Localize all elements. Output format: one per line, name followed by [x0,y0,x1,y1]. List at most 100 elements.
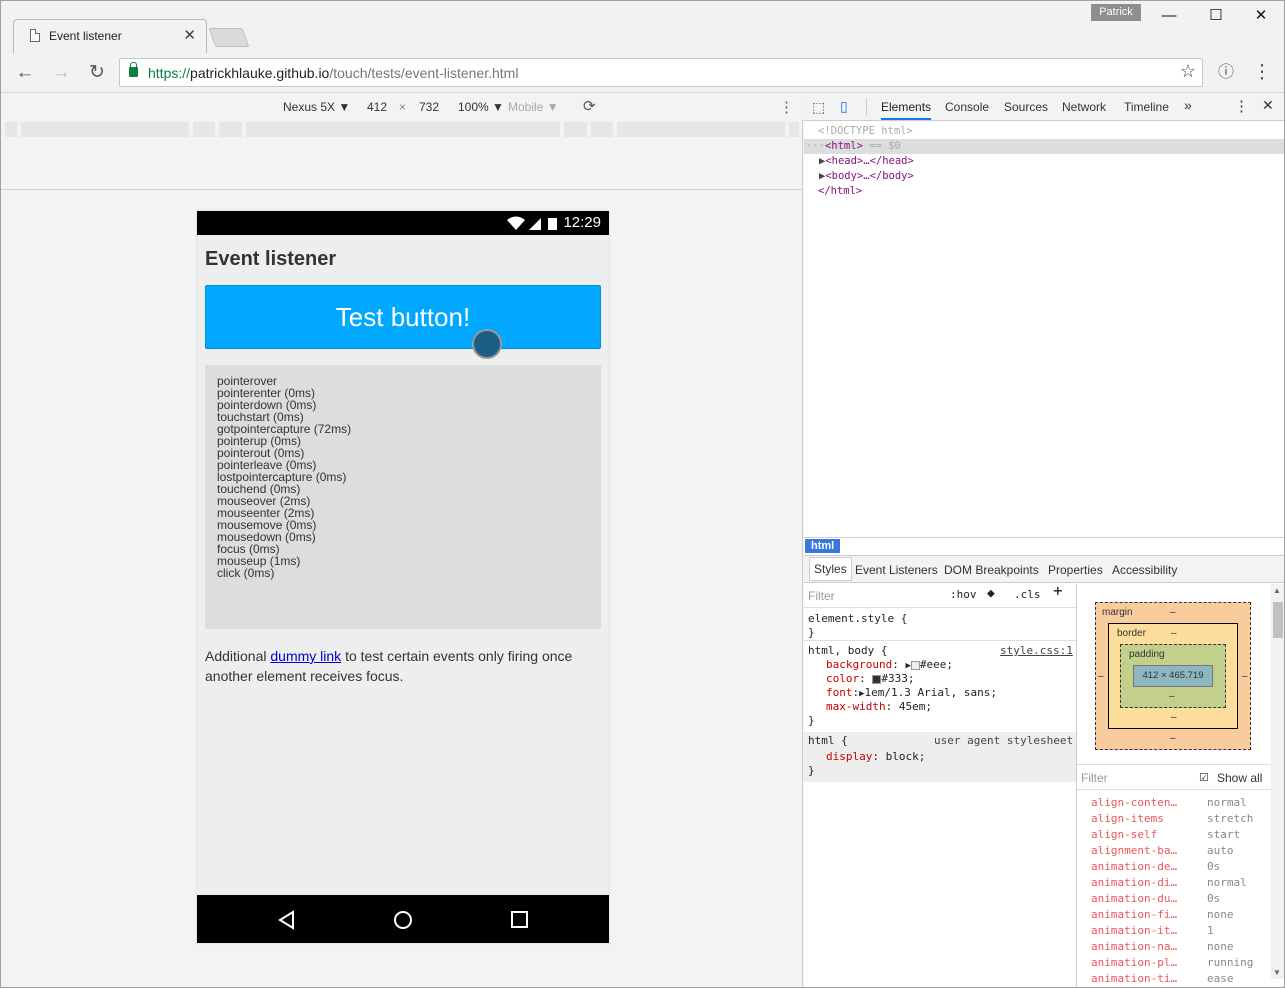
signal-icons [507,216,557,230]
computed-property-value: 0s [1207,892,1221,905]
computed-property-row[interactable]: animation-it… 1 [1091,924,1271,940]
inspect-icon[interactable]: ⬚ [812,99,825,116]
computed-property-row[interactable]: animation-du… 0s [1091,892,1271,908]
log-line: click (0ms) [217,566,275,580]
forward-icon[interactable]: → [49,61,73,85]
back-nav-icon[interactable] [277,910,297,930]
media-query-ruler [1,122,803,139]
tab-elements[interactable]: Elements [881,100,932,120]
ruler-segment[interactable] [21,122,191,137]
device-select[interactable]: Nexus 5X ▼ [283,100,350,114]
dom-node-html[interactable]: ···<html> == $0 [804,139,1284,154]
device-toggle-icon[interactable]: ▯ [840,98,848,115]
rule-element-style[interactable]: element.style { [808,612,907,626]
devtools-tabbar: ⬚ ▯ Elements Console Sources Network Tim… [804,94,1284,121]
new-tab-button[interactable] [208,28,250,47]
home-nav-icon[interactable] [393,910,413,930]
ruler-segment[interactable] [564,122,589,137]
devtools-menu-icon[interactable]: ⋮ [1234,97,1249,115]
more-tabs-icon[interactable]: » [1184,97,1192,113]
bookmark-star-icon[interactable]: ☆ [1180,61,1196,82]
rotate-icon[interactable]: ⟳ [583,97,596,115]
tab-dom-breakpoints[interactable]: DOM Breakpoints [944,563,1039,577]
color-format-icon[interactable]: ◆ [987,587,995,601]
show-all-checkbox[interactable]: ☑ [1199,771,1209,784]
prop-font[interactable]: font:▶1em/1.3 Arial, sans; [826,686,997,701]
computed-property-row[interactable]: animation-na… none [1091,940,1271,956]
dom-node-head[interactable]: ▶<head>…</head> [804,154,1284,169]
scroll-down-icon[interactable]: ▼ [1273,968,1281,977]
ruler-segment[interactable] [5,122,19,137]
browser-tab[interactable]: Event listener ✕ [13,19,207,53]
viewport-height[interactable]: 732 [419,100,439,114]
styles-filter-input[interactable]: Filter [808,589,835,603]
maximize-button[interactable]: ☐ [1193,3,1239,29]
viewport-width[interactable]: 412 [367,100,387,114]
menu-icon[interactable]: ⋮ [1250,61,1274,85]
cls-toggle[interactable]: .cls [1014,588,1041,602]
mode-select[interactable]: Mobile ▼ [508,100,559,114]
rule-source-link[interactable]: style.css:1 [1000,644,1073,658]
ruler-segment[interactable] [789,122,801,137]
computed-property-row[interactable]: animation-di… normal [1091,876,1271,892]
test-button[interactable]: Test button! [205,285,601,349]
ruler-segment[interactable] [246,122,562,137]
extension-icon[interactable]: ⓘ [1214,61,1238,85]
prop-background[interactable]: background: ▶ #eee; [826,658,953,673]
ruler-segment[interactable] [591,122,615,137]
scroll-up-icon[interactable]: ▲ [1273,586,1281,595]
computed-property-row[interactable]: alignment-ba… auto [1091,844,1271,860]
computed-property-row[interactable]: animation-de… 0s [1091,860,1271,876]
back-icon[interactable]: ← [13,61,37,85]
ruler-segment[interactable] [219,122,244,137]
recents-nav-icon[interactable] [510,910,530,930]
ruler-segment[interactable] [193,122,217,137]
dom-node-doctype[interactable]: <!DOCTYPE html> [804,124,1284,139]
tab-styles[interactable]: Styles [809,557,852,581]
new-rule-icon[interactable]: + [1053,583,1063,599]
prop-color[interactable]: color: #333; [826,672,915,686]
device-menu-icon[interactable]: ⋮ [779,98,794,116]
box-content[interactable]: 412 × 465.719 [1133,665,1213,687]
color-swatch[interactable] [910,660,920,670]
hov-toggle[interactable]: :hov [950,588,977,602]
computed-property-row[interactable]: animation-fi… none [1091,908,1271,924]
computed-property-name: animation-na… [1091,940,1178,953]
device-toolbar: Nexus 5X ▼ 412 × 732 100% ▼ Mobile ▼ ⟳ ⋮ [1,94,803,120]
close-window-button[interactable]: ✕ [1238,3,1284,29]
scrollbar-thumb[interactable] [1273,602,1283,638]
box-border[interactable]: border – – padding – 412 × 465.719 [1108,623,1238,729]
minimize-button[interactable]: — [1146,3,1192,29]
tab-event-listeners[interactable]: Event Listeners [855,563,938,577]
rule-selector[interactable]: html, body { [808,644,887,658]
tab-network[interactable]: Network [1062,100,1106,114]
computed-property-row[interactable]: align-items stretch [1091,812,1271,828]
computed-scrollbar[interactable]: ▲ ▼ [1271,584,1284,979]
dom-node-html-close[interactable]: </html> [804,184,1284,199]
reload-icon[interactable]: ↻ [85,61,109,85]
tab-console[interactable]: Console [945,100,989,114]
tab-properties[interactable]: Properties [1048,563,1103,577]
computed-property-row[interactable]: animation-ti… ease [1091,972,1271,986]
zoom-select[interactable]: 100% ▼ [458,100,504,114]
tab-timeline[interactable]: Timeline [1124,100,1169,114]
computed-property-row[interactable]: align-conten… normal [1091,796,1271,812]
computed-pane: margin – – – – border – – padding – 412 … [1076,584,1284,987]
box-margin[interactable]: margin – – – – border – – padding – 412 … [1095,602,1251,750]
ruler-segment[interactable] [617,122,787,137]
computed-filter-input[interactable]: Filter [1081,771,1108,785]
prop-max-width[interactable]: max-width: 45em; [826,700,932,714]
tab-close-icon[interactable]: ✕ [183,26,196,44]
close-devtools-icon[interactable]: ✕ [1262,97,1274,114]
box-padding[interactable]: padding – 412 × 465.719 [1120,644,1226,708]
address-bar[interactable]: https://patrickhlauke.github.io/touch/te… [119,58,1203,87]
tab-sources[interactable]: Sources [1004,100,1048,114]
computed-property-row[interactable]: animation-pl… running [1091,956,1271,972]
dummy-link[interactable]: dummy link [270,648,341,664]
ua-rule-selector[interactable]: html { [808,734,848,748]
dom-node-body[interactable]: ▶<body>…</body> [804,169,1284,184]
profile-button[interactable]: Patrick [1091,4,1141,21]
breadcrumb-html[interactable]: html [805,539,841,553]
tab-accessibility[interactable]: Accessibility [1112,563,1177,577]
computed-property-row[interactable]: align-self start [1091,828,1271,844]
